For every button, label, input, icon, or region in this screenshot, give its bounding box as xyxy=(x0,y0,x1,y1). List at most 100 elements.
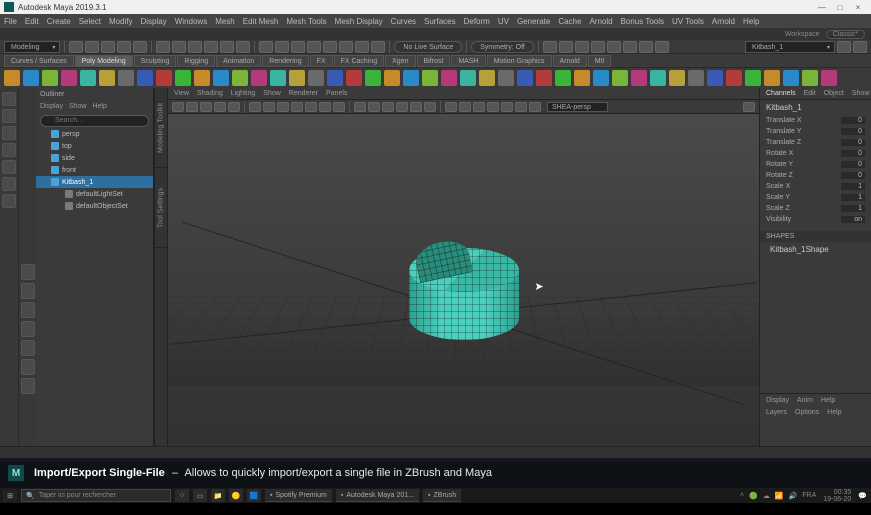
tool-button[interactable] xyxy=(156,41,170,53)
vp-tool-icon[interactable] xyxy=(305,102,317,112)
shelf-tab[interactable]: FX Caching xyxy=(334,55,385,67)
tool-button[interactable] xyxy=(575,41,589,53)
shelf-tool-icon[interactable] xyxy=(175,70,191,86)
attribute-row[interactable]: Scale Z1 xyxy=(762,203,869,214)
shelf-tool-icon[interactable] xyxy=(479,70,495,86)
tray-cloud-icon[interactable]: ☁ xyxy=(762,492,771,500)
taskbar-clock[interactable]: 00:35 19-06-20 xyxy=(820,489,854,503)
shelf-tool-icon[interactable] xyxy=(422,70,438,86)
vp-tool-icon[interactable] xyxy=(263,102,275,112)
menu-generate[interactable]: Generate xyxy=(517,17,550,26)
attr-value[interactable]: 0 xyxy=(841,139,865,146)
shelf-tool-icon[interactable] xyxy=(118,70,134,86)
vp-tool-icon[interactable] xyxy=(333,102,345,112)
menu-select[interactable]: Select xyxy=(79,17,101,26)
shelf-tool-icon[interactable] xyxy=(631,70,647,86)
attr-value[interactable]: 1 xyxy=(841,205,865,212)
menu-create[interactable]: Create xyxy=(47,17,71,26)
lasso-tool-icon[interactable] xyxy=(2,109,16,123)
viewport-menu[interactable]: Panels xyxy=(326,90,347,97)
menu-mesh[interactable]: Mesh xyxy=(215,17,235,26)
attribute-row[interactable]: Translate Z0 xyxy=(762,137,869,148)
shelf-tool-icon[interactable] xyxy=(726,70,742,86)
menu-mesh-display[interactable]: Mesh Display xyxy=(335,17,383,26)
channelbox-object-name[interactable]: Kitbash_1 xyxy=(760,100,871,115)
vp-tool-icon[interactable] xyxy=(228,102,240,112)
shelf-tool-icon[interactable] xyxy=(384,70,400,86)
menu-cache[interactable]: Cache xyxy=(558,17,581,26)
tool-button[interactable] xyxy=(220,41,234,53)
menu-display[interactable]: Display xyxy=(141,17,167,26)
tool-button[interactable] xyxy=(623,41,637,53)
shelf-tool-icon[interactable] xyxy=(346,70,362,86)
shelf-tool-icon[interactable] xyxy=(783,70,799,86)
layer-tab[interactable]: Anim xyxy=(797,397,813,404)
shelf-tool-icon[interactable] xyxy=(821,70,837,86)
shelf-tool-icon[interactable] xyxy=(517,70,533,86)
menu-help[interactable]: Help xyxy=(743,17,759,26)
tool-button[interactable] xyxy=(371,41,385,53)
shelf-tab[interactable]: Mtl xyxy=(588,55,611,67)
cb-tab[interactable]: Show xyxy=(852,90,870,97)
vp-tool-icon[interactable] xyxy=(249,102,261,112)
menu-arnold[interactable]: Arnold xyxy=(589,17,612,26)
attribute-row[interactable]: Translate X0 xyxy=(762,115,869,126)
shelf-tab[interactable]: Sculpting xyxy=(134,55,177,67)
layout-icon[interactable] xyxy=(21,340,35,356)
tool-button[interactable] xyxy=(204,41,218,53)
four-view-icon[interactable] xyxy=(21,283,35,299)
start-button[interactable]: ⊞ xyxy=(3,489,17,502)
vp-tool-icon[interactable] xyxy=(382,102,394,112)
menu-bonus-tools[interactable]: Bonus Tools xyxy=(621,17,664,26)
viewport-menu[interactable]: Renderer xyxy=(289,90,318,97)
attribute-row[interactable]: Translate Y0 xyxy=(762,126,869,137)
shelf-tool-icon[interactable] xyxy=(42,70,58,86)
menu-file[interactable]: File xyxy=(4,17,17,26)
explorer-icon[interactable]: 📁 xyxy=(211,489,225,502)
side-tab[interactable]: Modeling Toolkit xyxy=(155,88,167,168)
shelf-tool-icon[interactable] xyxy=(4,70,20,86)
shelf-tool-icon[interactable] xyxy=(650,70,666,86)
outliner-item[interactable]: side xyxy=(36,152,153,164)
tray-spotify-icon[interactable]: 🟢 xyxy=(748,492,759,500)
shelf-tool-icon[interactable] xyxy=(688,70,704,86)
vp-tool-icon[interactable] xyxy=(515,102,527,112)
vp-tool-icon[interactable] xyxy=(743,102,755,112)
attr-value[interactable]: on xyxy=(841,216,865,223)
taskbar-app[interactable]: ▪Spotify Premium xyxy=(265,489,332,502)
vp-tool-icon[interactable] xyxy=(277,102,289,112)
shelf-tool-icon[interactable] xyxy=(365,70,381,86)
rotate-tool-icon[interactable] xyxy=(2,160,16,174)
tool-button[interactable] xyxy=(188,41,202,53)
vp-tool-icon[interactable] xyxy=(424,102,436,112)
tool-button[interactable] xyxy=(259,41,273,53)
tool-button[interactable] xyxy=(117,41,131,53)
layer-tab[interactable]: Help xyxy=(821,397,835,404)
taskbar-app[interactable]: ▪Autodesk Maya 201... xyxy=(336,489,419,502)
vp-tool-icon[interactable] xyxy=(214,102,226,112)
attr-value[interactable]: 1 xyxy=(841,194,865,201)
viewport-menu[interactable]: Show xyxy=(263,90,281,97)
shelf-tab[interactable]: Curves / Surfaces xyxy=(4,55,74,67)
tool-button[interactable] xyxy=(275,41,289,53)
attr-value[interactable]: 0 xyxy=(841,172,865,179)
outliner-item[interactable]: defaultLightSet xyxy=(36,188,153,200)
shelf-tool-icon[interactable] xyxy=(80,70,96,86)
outliner-menu[interactable]: Help xyxy=(92,103,106,110)
shelf-tool-icon[interactable] xyxy=(555,70,571,86)
tool-button[interactable] xyxy=(133,41,147,53)
vp-tool-icon[interactable] xyxy=(459,102,471,112)
attr-value[interactable]: 0 xyxy=(841,128,865,135)
attribute-row[interactable]: Visibilityon xyxy=(762,214,869,225)
shelf-tool-icon[interactable] xyxy=(194,70,210,86)
shelf-tab[interactable]: MASH xyxy=(451,55,485,67)
viewport-menu[interactable]: View xyxy=(174,90,189,97)
layer-tab[interactable]: Display xyxy=(766,397,789,404)
outliner-item[interactable]: front xyxy=(36,164,153,176)
menu-windows[interactable]: Windows xyxy=(175,17,207,26)
shelf-tab[interactable]: Motion Graphics xyxy=(487,55,552,67)
shelf-tool-icon[interactable] xyxy=(745,70,761,86)
vp-tool-icon[interactable] xyxy=(410,102,422,112)
attr-value[interactable]: 1 xyxy=(841,183,865,190)
layer-list[interactable] xyxy=(760,418,871,446)
